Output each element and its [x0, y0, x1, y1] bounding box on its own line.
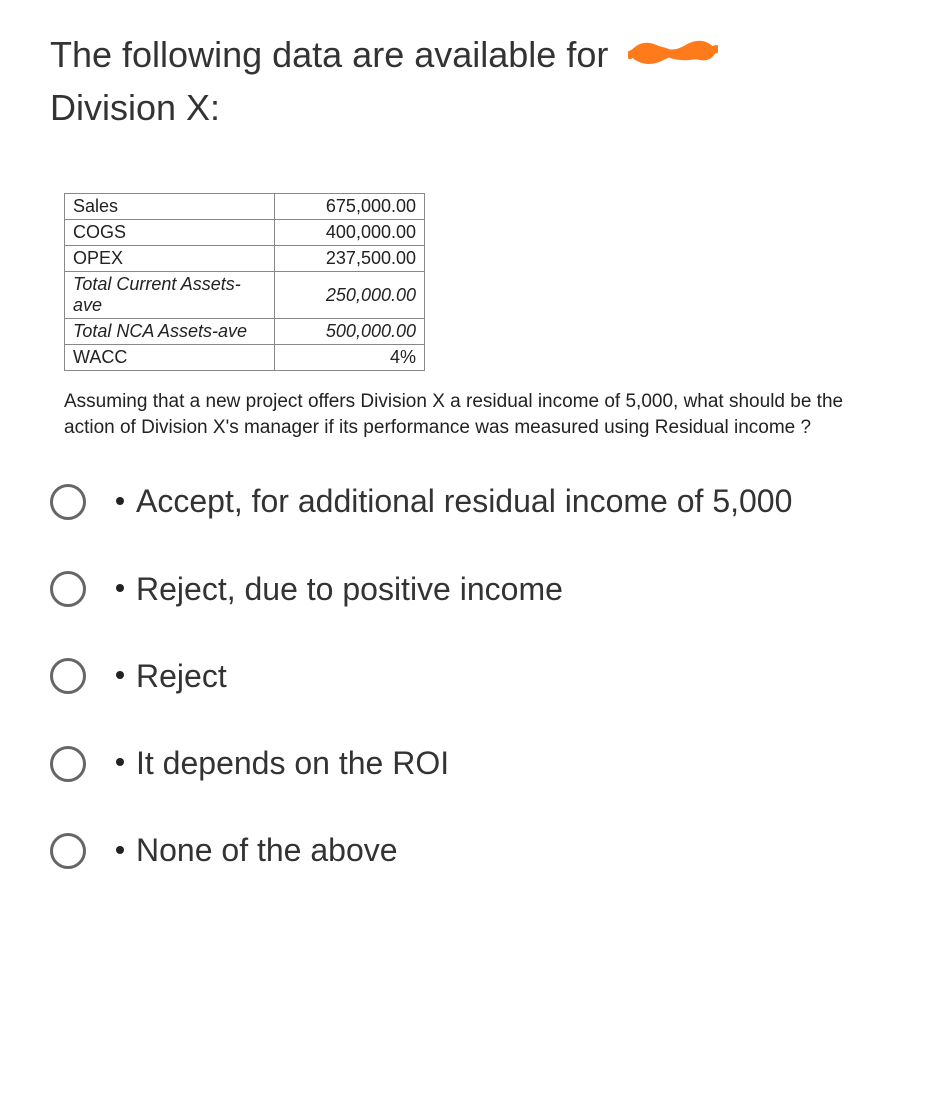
bullet-icon — [116, 584, 124, 592]
table-row: OPEX237,500.00 — [65, 246, 425, 272]
table-row: Total NCA Assets-ave500,000.00 — [65, 319, 425, 345]
option-label: Reject — [136, 658, 227, 694]
bullet-icon — [116, 671, 124, 679]
option-label: Reject, due to positive income — [136, 571, 563, 607]
table-cell-label: OPEX — [65, 246, 275, 272]
option-text: None of the above — [116, 829, 398, 872]
table-cell-label: WACC — [65, 345, 275, 371]
radio-button[interactable] — [50, 833, 86, 869]
table-cell-label: Total NCA Assets-ave — [65, 319, 275, 345]
table-cell-value: 250,000.00 — [275, 272, 425, 319]
option-row: Accept, for additional residual income o… — [50, 480, 882, 523]
option-row: Reject, due to positive income — [50, 568, 882, 611]
bullet-icon — [116, 758, 124, 766]
table-row: WACC4% — [65, 345, 425, 371]
data-table: Sales675,000.00COGS400,000.00OPEX237,500… — [64, 193, 425, 371]
option-label: None of the above — [136, 832, 398, 868]
table-cell-value: 500,000.00 — [275, 319, 425, 345]
table-row: Total Current Assets-ave250,000.00 — [65, 272, 425, 319]
bullet-icon — [116, 846, 124, 854]
bullet-icon — [116, 497, 124, 505]
options-group: Accept, for additional residual income o… — [50, 480, 882, 872]
heading-text-1: The following data are available for — [50, 34, 608, 75]
option-text: Reject — [116, 655, 227, 698]
option-label: It depends on the ROI — [136, 745, 449, 781]
option-text: Accept, for additional residual income o… — [116, 480, 792, 523]
redaction-scribble — [628, 32, 718, 82]
question-heading: The following data are available for Div… — [50, 30, 882, 133]
option-row: It depends on the ROI — [50, 742, 882, 785]
table-cell-value: 400,000.00 — [275, 220, 425, 246]
option-label: Accept, for additional residual income o… — [136, 483, 792, 519]
option-row: None of the above — [50, 829, 882, 872]
option-text: Reject, due to positive income — [116, 568, 563, 611]
radio-button[interactable] — [50, 571, 86, 607]
table-cell-label: COGS — [65, 220, 275, 246]
data-section: Sales675,000.00COGS400,000.00OPEX237,500… — [64, 193, 882, 440]
assumption-text: Assuming that a new project offers Divis… — [64, 389, 882, 440]
table-cell-label: Sales — [65, 194, 275, 220]
data-table-body: Sales675,000.00COGS400,000.00OPEX237,500… — [65, 194, 425, 371]
heading-text-2: Division X: — [50, 87, 220, 128]
table-cell-value: 675,000.00 — [275, 194, 425, 220]
table-row: COGS400,000.00 — [65, 220, 425, 246]
radio-button[interactable] — [50, 658, 86, 694]
option-row: Reject — [50, 655, 882, 698]
table-cell-value: 237,500.00 — [275, 246, 425, 272]
option-text: It depends on the ROI — [116, 742, 449, 785]
table-cell-value: 4% — [275, 345, 425, 371]
table-cell-label: Total Current Assets-ave — [65, 272, 275, 319]
radio-button[interactable] — [50, 484, 86, 520]
radio-button[interactable] — [50, 746, 86, 782]
table-row: Sales675,000.00 — [65, 194, 425, 220]
